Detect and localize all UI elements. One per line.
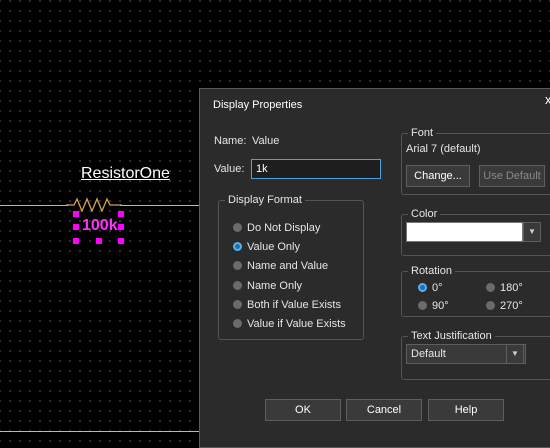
value-input[interactable]: 1k [251, 159, 381, 179]
text-justification-legend: Text Justification [411, 330, 492, 342]
font-legend: Font [411, 127, 434, 139]
radio-icon[interactable] [486, 283, 495, 292]
chevron-down-icon[interactable]: ▼ [523, 222, 541, 242]
selection-handle-bm[interactable] [96, 238, 102, 244]
close-icon[interactable]: x [545, 92, 550, 107]
radio-selected-icon[interactable] [418, 283, 427, 292]
format-option-name-and-value[interactable]: Name and Value [233, 260, 328, 272]
radio-icon[interactable] [233, 261, 242, 270]
selection-handle-ml[interactable] [73, 224, 79, 230]
option-label: 180° [500, 282, 523, 294]
rotation-group: Rotation 0° 180° 90° 270° [401, 265, 550, 317]
chevron-down-icon[interactable]: ▼ [506, 344, 524, 364]
component-value-label[interactable]: 100k [82, 217, 118, 235]
radio-icon[interactable] [486, 301, 495, 310]
name-value: Value [252, 135, 280, 147]
wire-bottom[interactable] [0, 431, 200, 432]
ok-button[interactable]: OK [265, 399, 341, 421]
option-label: Both if Value Exists [247, 299, 341, 311]
rotation-legend: Rotation [411, 265, 452, 277]
radio-icon[interactable] [233, 223, 242, 232]
display-format-legend: Display Format [228, 194, 302, 206]
option-label: Name and Value [247, 260, 329, 272]
color-group: Color ▼ [401, 208, 550, 256]
selection-handle-br[interactable] [118, 238, 124, 244]
selection-handle-tl[interactable] [73, 211, 79, 217]
option-label: Do Not Display [247, 222, 321, 234]
wire-left[interactable] [0, 205, 68, 206]
wire-right[interactable] [120, 205, 200, 206]
selection-handle-mr[interactable] [118, 224, 124, 230]
text-justification-group: Text Justification Default ▼ [401, 330, 550, 380]
radio-icon[interactable] [233, 281, 242, 290]
radio-icon[interactable] [233, 300, 242, 309]
radio-selected-icon[interactable] [233, 242, 242, 251]
cancel-button[interactable]: Cancel [346, 399, 422, 421]
option-label: Value Only [247, 241, 300, 253]
display-format-group: Display Format Do Not Display Value Only… [218, 194, 364, 340]
format-option-do-not-display[interactable]: Do Not Display [233, 222, 320, 234]
format-option-name-only[interactable]: Name Only [233, 280, 302, 292]
radio-icon[interactable] [418, 301, 427, 310]
format-option-both-if-value-exists[interactable]: Both if Value Exists [233, 299, 341, 311]
use-default-font-button[interactable]: Use Default [479, 165, 545, 187]
option-label: Name Only [247, 280, 303, 292]
radio-icon[interactable] [233, 319, 242, 328]
option-label: 270° [500, 300, 523, 312]
selection-handle-tr[interactable] [118, 211, 124, 217]
rotation-option-270[interactable]: 270° [486, 300, 523, 312]
component-name-label[interactable]: ResistorOne [81, 165, 170, 183]
display-properties-dialog: Display Properties x Name: Value Value: … [199, 88, 550, 448]
change-font-button[interactable]: Change... [406, 165, 470, 187]
color-legend: Color [411, 208, 438, 220]
option-label: Value if Value Exists [247, 318, 346, 330]
font-current: Arial 7 (default) [406, 143, 481, 155]
option-label: 0° [432, 282, 443, 294]
format-option-value-only[interactable]: Value Only [233, 241, 300, 253]
name-label: Name: [214, 135, 247, 147]
help-button[interactable]: Help [428, 399, 504, 421]
font-group: Font Arial 7 (default) Change... Use Def… [401, 127, 550, 195]
rotation-option-0[interactable]: 0° [418, 282, 443, 294]
option-label: 90° [432, 300, 449, 312]
rotation-option-90[interactable]: 90° [418, 300, 449, 312]
format-option-value-if-value-exists[interactable]: Value if Value Exists [233, 318, 346, 330]
color-swatch[interactable] [406, 222, 523, 242]
selection-handle-bl[interactable] [73, 238, 79, 244]
rotation-option-180[interactable]: 180° [486, 282, 523, 294]
value-label: Value: [214, 163, 245, 175]
dialog-title: Display Properties [213, 99, 303, 111]
